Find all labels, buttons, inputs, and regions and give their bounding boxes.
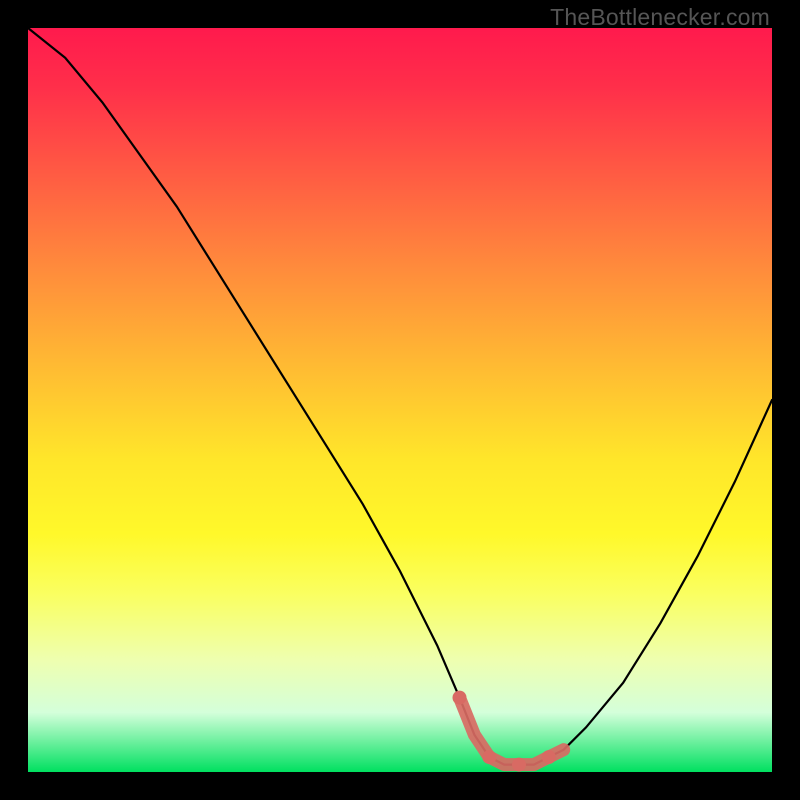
chart-svg	[28, 28, 772, 772]
highlight-dot	[542, 750, 556, 764]
highlight-dot	[453, 691, 467, 705]
bottleneck-curve	[28, 28, 772, 765]
watermark-text: TheBottlenecker.com	[550, 4, 770, 31]
highlight-dot	[482, 750, 496, 764]
plot-area	[28, 28, 772, 772]
chart-container: TheBottlenecker.com	[0, 0, 800, 800]
highlight-dot	[512, 758, 526, 772]
